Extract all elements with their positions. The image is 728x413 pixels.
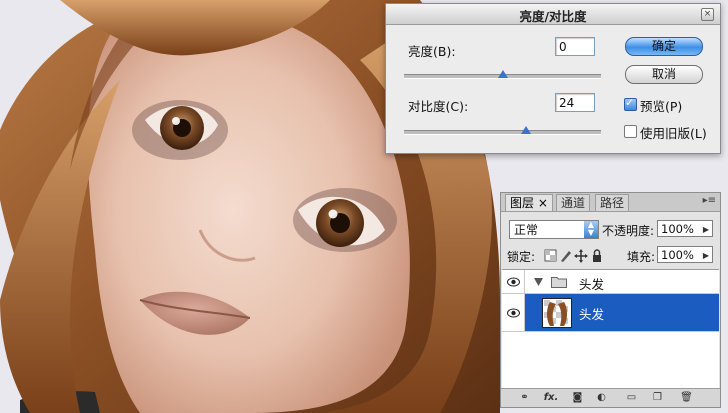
- adjustment-icon[interactable]: ◐: [595, 391, 608, 404]
- contrast-label: 对比度(C):: [408, 99, 469, 114]
- preview-checkbox[interactable]: [624, 96, 637, 111]
- opacity-field[interactable]: 100% ▶: [657, 220, 713, 237]
- fill-value: 100%: [661, 248, 694, 262]
- chevron-right-icon[interactable]: ▶: [703, 221, 709, 238]
- brightness-input[interactable]: 0: [555, 37, 595, 56]
- folder-icon: [551, 277, 567, 288]
- contrast-input[interactable]: 24: [555, 93, 595, 112]
- folder-icon[interactable]: ▭: [625, 391, 638, 404]
- tab-paths[interactable]: 路径: [595, 194, 630, 211]
- trash-icon[interactable]: 🗑: [680, 391, 693, 404]
- lock-label: 锁定:: [507, 250, 536, 264]
- brightness-slider-thumb[interactable]: [497, 70, 508, 78]
- eye-icon: [507, 277, 520, 287]
- layer-row-selected[interactable]: 头发: [502, 294, 719, 332]
- lock-all-icon[interactable]: [593, 249, 601, 262]
- layer-name: 头发: [579, 277, 605, 292]
- visibility-toggle[interactable]: [502, 294, 525, 331]
- cancel-button[interactable]: 取消: [625, 65, 703, 84]
- opacity-value: 100%: [661, 222, 694, 236]
- panel-tabs: 图层 × 通道 路径 ▸≡: [501, 193, 720, 212]
- contrast-slider-track[interactable]: [404, 130, 601, 135]
- panel-footer: ⚭ fx. ◙ ◐ ▭ ❐ 🗑: [501, 388, 720, 407]
- layers-panel: 图层 × 通道 路径 ▸≡ 正常 ▲ ▼ 不透明度: 100% ▶ 锁定: 填充:…: [500, 192, 721, 408]
- mask-icon[interactable]: ◙: [571, 391, 584, 404]
- eye-icon: [507, 308, 520, 318]
- lock-brush-icon[interactable]: [561, 251, 571, 262]
- link-icon[interactable]: ⚭: [518, 391, 531, 404]
- new-layer-icon[interactable]: ❐: [651, 391, 664, 404]
- preview-label: 预览(P): [640, 99, 683, 114]
- layer-row-group[interactable]: 头发: [502, 270, 719, 294]
- brightness-contrast-dialog: 亮度/对比度 × 亮度(B): 0 对比度(C): 24 确定 取消 预览(P)…: [385, 3, 721, 154]
- fx-icon[interactable]: fx.: [541, 391, 561, 404]
- panel-menu-icon[interactable]: ▸≡: [703, 195, 716, 206]
- blend-mode-value: 正常: [514, 223, 539, 237]
- tab-layers[interactable]: 图层 ×: [505, 194, 553, 211]
- chevron-down-icon[interactable]: [534, 278, 543, 286]
- tab-channels[interactable]: 通道: [556, 194, 591, 211]
- dialog-titlebar[interactable]: 亮度/对比度 ×: [386, 4, 720, 25]
- lock-options: [544, 249, 601, 263]
- layer-list: 头发 头发: [502, 269, 719, 388]
- layer-thumbnail: [542, 298, 572, 328]
- legacy-checkbox[interactable]: [624, 125, 637, 138]
- close-icon[interactable]: ×: [701, 8, 714, 21]
- dialog-title: 亮度/对比度: [519, 9, 587, 24]
- visibility-toggle[interactable]: [502, 270, 525, 293]
- legacy-label: 使用旧版(L): [640, 126, 707, 141]
- ok-button[interactable]: 确定: [625, 37, 703, 56]
- lock-move-icon[interactable]: [574, 249, 588, 263]
- fill-field[interactable]: 100% ▶: [657, 246, 713, 263]
- lock-transparent-icon[interactable]: [544, 249, 557, 262]
- blend-mode-select[interactable]: 正常 ▲ ▼: [509, 220, 599, 239]
- opacity-label: 不透明度:: [602, 224, 655, 238]
- brightness-label: 亮度(B):: [408, 44, 456, 59]
- chevron-right-icon[interactable]: ▶: [703, 247, 709, 264]
- layer-name: 头发: [579, 307, 605, 322]
- fill-label: 填充:: [627, 250, 656, 264]
- select-arrows-icon: ▲ ▼: [584, 221, 598, 238]
- contrast-slider-thumb[interactable]: [521, 126, 532, 134]
